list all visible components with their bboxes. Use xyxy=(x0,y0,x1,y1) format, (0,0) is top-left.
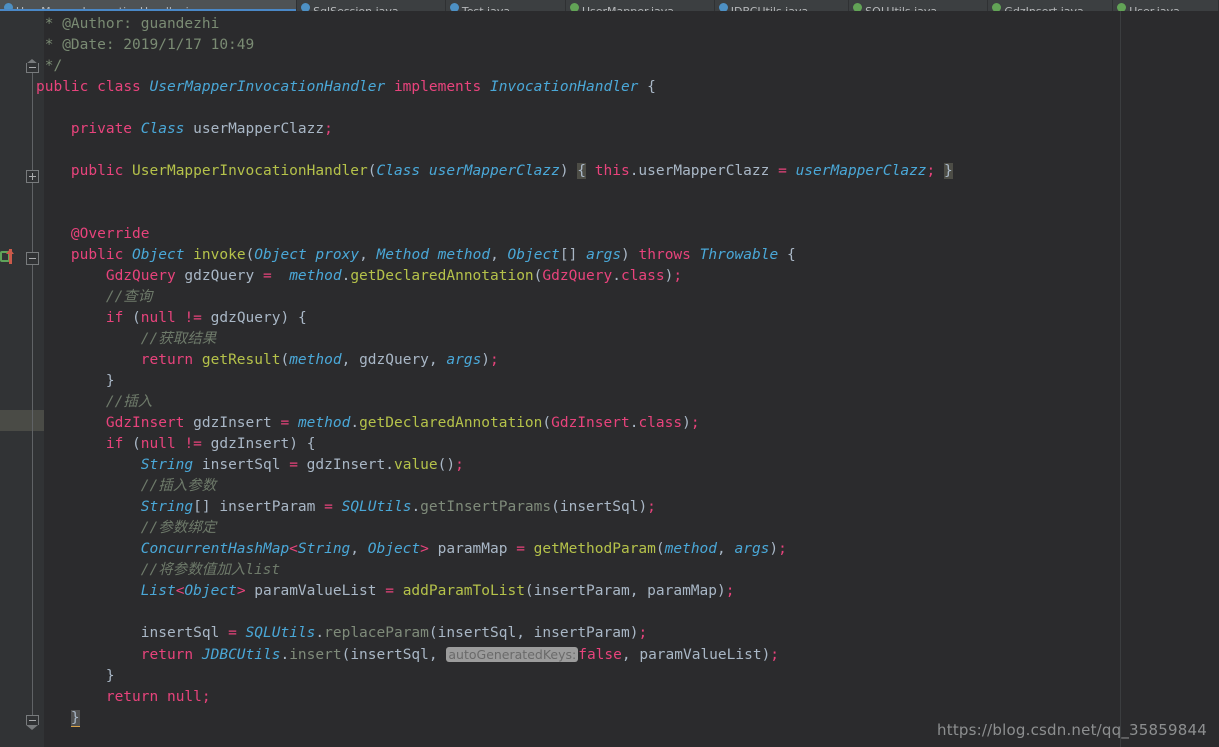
editor-tab-6[interactable]: GdzInsert.java xyxy=(988,0,1114,11)
editor-tab-3[interactable]: UserMapper.java xyxy=(565,0,715,11)
java-class-icon xyxy=(449,3,459,11)
ide-window: UserMapperInvocationHandler.javaSqlSessi… xyxy=(0,0,1219,747)
java-interface-icon xyxy=(853,3,863,11)
editor-tab-2[interactable]: Test.java xyxy=(445,0,566,11)
implements-method-icon[interactable] xyxy=(0,249,18,265)
java-class-icon xyxy=(301,3,311,11)
editor-tab-1[interactable]: SqlSession.java xyxy=(297,0,446,11)
fold-region-line-class xyxy=(32,69,33,729)
java-class-icon xyxy=(718,3,728,11)
java-interface-icon xyxy=(569,3,579,11)
java-interface-icon xyxy=(992,3,1002,11)
code-content[interactable]: * @Author: guandezhi * @Date: 2019/1/17 … xyxy=(36,11,1219,747)
watermark-url: https://blog.csdn.net/qq_35859844 xyxy=(937,721,1207,739)
code-editor[interactable]: * @Author: guandezhi * @Date: 2019/1/17 … xyxy=(0,11,1219,747)
right-margin-guide xyxy=(1120,11,1121,747)
editor-tab-0[interactable]: UserMapperInvocationHandler.java xyxy=(0,0,298,11)
java-interface-icon xyxy=(1117,3,1127,11)
editor-tab-7[interactable]: User.java xyxy=(1113,0,1219,11)
editor-tab-5[interactable]: SQLUtils.java xyxy=(849,0,989,11)
source-code[interactable]: * @Author: guandezhi * @Date: 2019/1/17 … xyxy=(36,14,953,729)
java-class-icon xyxy=(4,3,13,11)
inlay-parameter-hint: autoGeneratedKeys: xyxy=(446,647,579,662)
editor-tab-4[interactable]: JDBCUtils.java xyxy=(714,0,850,11)
